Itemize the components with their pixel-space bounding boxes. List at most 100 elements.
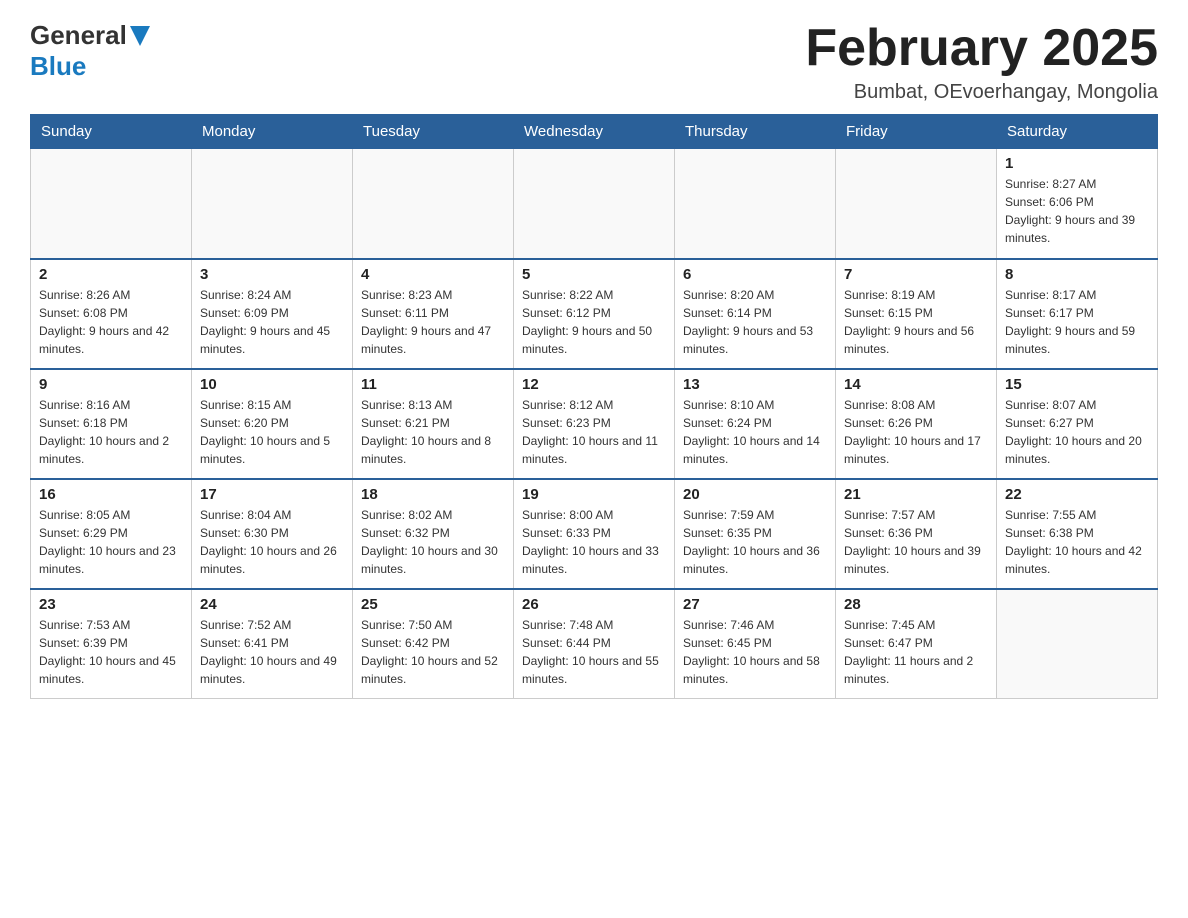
calendar-day-cell: 19Sunrise: 8:00 AM Sunset: 6:33 PM Dayli…	[514, 479, 675, 589]
calendar-day-cell: 15 Sunrise: 8:07 AM Sunset: 6:27 PM Dayli…	[997, 369, 1158, 479]
calendar-day-cell: 21 Sunrise: 7:57 AM Sunset: 6:36 PM Dayli…	[836, 479, 997, 589]
day-number: 15	[1005, 376, 1149, 393]
logo-general-text: General	[30, 20, 127, 51]
calendar-week-row: 1 Sunrise: 8:27 AM Sunset: 6:06 PM Daylig…	[31, 149, 1158, 259]
day-info: Sunrise: 8:04 AM Sunset: 6:30 PM Dayligh…	[200, 506, 344, 578]
day-number: 10	[200, 376, 344, 393]
day-number: 2	[39, 266, 183, 283]
day-number: 14	[844, 376, 988, 393]
day-info: Sunrise: 8:13 AM Sunset: 6:21 PM Dayligh…	[361, 396, 505, 468]
calendar-day-cell: 9 Sunrise: 8:16 AM Sunset: 6:18 PM Daylig…	[31, 369, 192, 479]
day-number: 7	[844, 266, 988, 283]
calendar-day-cell: 20 Sunrise: 7:59 AM Sunset: 6:35 PM Dayli…	[675, 479, 836, 589]
day-info: Sunrise: 8:05 AM Sunset: 6:29 PM Dayligh…	[39, 506, 183, 578]
calendar-day-cell: 23 Sunrise: 7:53 AM Sunset: 6:39 PM Dayli…	[31, 589, 192, 699]
day-number: 28	[844, 596, 988, 613]
location-subtitle: Bumbat, OEvoerhangay, Mongolia	[805, 81, 1158, 104]
calendar-day-cell	[675, 149, 836, 259]
calendar-day-cell: 27Sunrise: 7:46 AM Sunset: 6:45 PM Dayli…	[675, 589, 836, 699]
calendar-day-cell: 11 Sunrise: 8:13 AM Sunset: 6:21 PM Dayli…	[353, 369, 514, 479]
day-info: Sunrise: 8:20 AM Sunset: 6:14 PM Dayligh…	[683, 286, 827, 358]
calendar-day-cell: 10 Sunrise: 8:15 AM Sunset: 6:20 PM Dayli…	[192, 369, 353, 479]
day-number: 13	[683, 376, 827, 393]
day-info: Sunrise: 7:45 AM Sunset: 6:47 PM Dayligh…	[844, 616, 988, 688]
calendar-day-cell: 26 Sunrise: 7:48 AM Sunset: 6:44 PM Dayli…	[514, 589, 675, 699]
calendar-day-cell: 22Sunrise: 7:55 AM Sunset: 6:38 PM Dayli…	[997, 479, 1158, 589]
day-number: 6	[683, 266, 827, 283]
logo-blue-text: Blue	[30, 51, 86, 82]
day-info: Sunrise: 8:08 AM Sunset: 6:26 PM Dayligh…	[844, 396, 988, 468]
day-number: 3	[200, 266, 344, 283]
calendar-day-cell: 24 Sunrise: 7:52 AM Sunset: 6:41 PM Dayli…	[192, 589, 353, 699]
day-info: Sunrise: 7:52 AM Sunset: 6:41 PM Dayligh…	[200, 616, 344, 688]
day-info: Sunrise: 8:15 AM Sunset: 6:20 PM Dayligh…	[200, 396, 344, 468]
day-number: 12	[522, 376, 666, 393]
day-number: 9	[39, 376, 183, 393]
day-number: 5	[522, 266, 666, 283]
calendar-day-cell: 12 Sunrise: 8:12 AM Sunset: 6:23 PM Dayli…	[514, 369, 675, 479]
calendar-day-cell	[836, 149, 997, 259]
day-info: Sunrise: 8:12 AM Sunset: 6:23 PM Dayligh…	[522, 396, 666, 468]
day-number: 24	[200, 596, 344, 613]
day-of-week-header: Tuesday	[353, 115, 514, 149]
day-info: Sunrise: 8:19 AM Sunset: 6:15 PM Dayligh…	[844, 286, 988, 358]
day-number: 26	[522, 596, 666, 613]
calendar-day-cell: 16 Sunrise: 8:05 AM Sunset: 6:29 PM Dayli…	[31, 479, 192, 589]
calendar-day-cell	[514, 149, 675, 259]
calendar-day-cell	[192, 149, 353, 259]
title-block: February 2025 Bumbat, OEvoerhangay, Mong…	[805, 20, 1158, 104]
calendar-day-cell: 5 Sunrise: 8:22 AM Sunset: 6:12 PM Daylig…	[514, 259, 675, 369]
day-of-week-header: Thursday	[675, 115, 836, 149]
day-number: 1	[1005, 155, 1149, 172]
day-of-week-header: Saturday	[997, 115, 1158, 149]
calendar-header-row: SundayMondayTuesdayWednesdayThursdayFrid…	[31, 115, 1158, 149]
calendar-day-cell: 28 Sunrise: 7:45 AM Sunset: 6:47 PM Dayli…	[836, 589, 997, 699]
calendar-day-cell: 1 Sunrise: 8:27 AM Sunset: 6:06 PM Daylig…	[997, 149, 1158, 259]
day-info: Sunrise: 7:59 AM Sunset: 6:35 PM Dayligh…	[683, 506, 827, 578]
day-info: Sunrise: 7:55 AM Sunset: 6:38 PM Dayligh…	[1005, 506, 1149, 578]
calendar-day-cell	[997, 589, 1158, 699]
calendar-day-cell: 2 Sunrise: 8:26 AM Sunset: 6:08 PM Daylig…	[31, 259, 192, 369]
day-info: Sunrise: 8:02 AM Sunset: 6:32 PM Dayligh…	[361, 506, 505, 578]
day-number: 4	[361, 266, 505, 283]
day-info: Sunrise: 8:17 AM Sunset: 6:17 PM Dayligh…	[1005, 286, 1149, 358]
calendar-day-cell: 14 Sunrise: 8:08 AM Sunset: 6:26 PM Dayli…	[836, 369, 997, 479]
calendar-table: SundayMondayTuesdayWednesdayThursdayFrid…	[30, 114, 1158, 699]
day-number: 23	[39, 596, 183, 613]
calendar-day-cell: 8Sunrise: 8:17 AM Sunset: 6:17 PM Daylig…	[997, 259, 1158, 369]
day-info: Sunrise: 7:57 AM Sunset: 6:36 PM Dayligh…	[844, 506, 988, 578]
calendar-day-cell: 4Sunrise: 8:23 AM Sunset: 6:11 PM Daylig…	[353, 259, 514, 369]
day-number: 21	[844, 486, 988, 503]
calendar-day-cell: 25 Sunrise: 7:50 AM Sunset: 6:42 PM Dayli…	[353, 589, 514, 699]
calendar-day-cell: 17 Sunrise: 8:04 AM Sunset: 6:30 PM Dayli…	[192, 479, 353, 589]
day-info: Sunrise: 8:24 AM Sunset: 6:09 PM Dayligh…	[200, 286, 344, 358]
day-info: Sunrise: 8:26 AM Sunset: 6:08 PM Dayligh…	[39, 286, 183, 358]
calendar-day-cell: 18Sunrise: 8:02 AM Sunset: 6:32 PM Dayli…	[353, 479, 514, 589]
day-of-week-header: Monday	[192, 115, 353, 149]
logo-triangle-icon	[130, 26, 150, 46]
day-of-week-header: Sunday	[31, 115, 192, 149]
day-info: Sunrise: 7:50 AM Sunset: 6:42 PM Dayligh…	[361, 616, 505, 688]
day-number: 11	[361, 376, 505, 393]
calendar-week-row: 16 Sunrise: 8:05 AM Sunset: 6:29 PM Dayli…	[31, 479, 1158, 589]
day-info: Sunrise: 8:07 AM Sunset: 6:27 PM Dayligh…	[1005, 396, 1149, 468]
calendar-day-cell: 6 Sunrise: 8:20 AM Sunset: 6:14 PM Daylig…	[675, 259, 836, 369]
day-info: Sunrise: 8:22 AM Sunset: 6:12 PM Dayligh…	[522, 286, 666, 358]
day-info: Sunrise: 7:53 AM Sunset: 6:39 PM Dayligh…	[39, 616, 183, 688]
day-info: Sunrise: 8:10 AM Sunset: 6:24 PM Dayligh…	[683, 396, 827, 468]
day-info: Sunrise: 7:48 AM Sunset: 6:44 PM Dayligh…	[522, 616, 666, 688]
day-info: Sunrise: 8:16 AM Sunset: 6:18 PM Dayligh…	[39, 396, 183, 468]
day-info: Sunrise: 8:27 AM Sunset: 6:06 PM Dayligh…	[1005, 175, 1149, 247]
day-number: 25	[361, 596, 505, 613]
day-number: 27	[683, 596, 827, 613]
day-number: 17	[200, 486, 344, 503]
day-of-week-header: Friday	[836, 115, 997, 149]
calendar-day-cell	[31, 149, 192, 259]
calendar-day-cell: 3 Sunrise: 8:24 AM Sunset: 6:09 PM Daylig…	[192, 259, 353, 369]
day-number: 16	[39, 486, 183, 503]
calendar-day-cell	[353, 149, 514, 259]
day-number: 20	[683, 486, 827, 503]
day-of-week-header: Wednesday	[514, 115, 675, 149]
calendar-day-cell: 13 Sunrise: 8:10 AM Sunset: 6:24 PM Dayli…	[675, 369, 836, 479]
day-info: Sunrise: 8:00 AM Sunset: 6:33 PM Dayligh…	[522, 506, 666, 578]
